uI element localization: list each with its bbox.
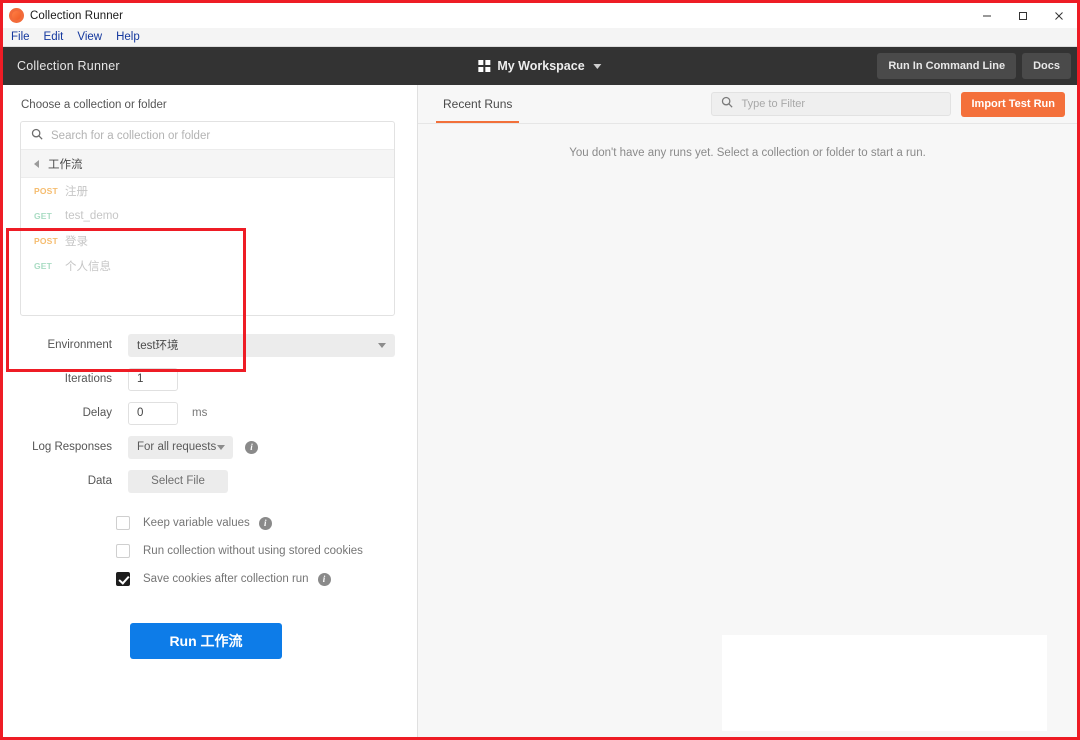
delay-unit-label: ms	[192, 407, 207, 419]
filter-search-box[interactable]	[711, 92, 951, 116]
list-item[interactable]: GET test_demo	[21, 203, 394, 228]
info-icon[interactable]: i	[259, 517, 272, 530]
watermark-backdrop	[722, 635, 1047, 731]
environment-value: test环境	[137, 337, 179, 353]
info-icon[interactable]: i	[245, 441, 258, 454]
run-without-stored-cookies-label: Run collection without using stored cook…	[143, 545, 363, 557]
request-method: POST	[34, 186, 56, 196]
delay-row: Delay ms	[21, 401, 395, 425]
grid-icon	[478, 60, 490, 72]
list-item[interactable]: POST 登录	[21, 228, 394, 253]
watermark-text: CSDN @百度测试开发	[907, 734, 1065, 740]
keep-variable-values-checkbox[interactable]	[116, 516, 130, 530]
docs-button[interactable]: Docs	[1022, 53, 1071, 79]
save-cookies-checkbox[interactable]	[116, 572, 130, 586]
search-icon	[721, 95, 733, 113]
data-row: Data Select File	[21, 469, 395, 493]
collection-folder-row[interactable]: 工作流	[21, 150, 394, 178]
no-stored-cookies-row: Run collection without using stored cook…	[21, 544, 395, 558]
import-test-run-button[interactable]: Import Test Run	[961, 92, 1065, 117]
header-actions: Run In Command Line Docs	[877, 53, 1071, 79]
window-title: Collection Runner	[30, 10, 123, 22]
choose-collection-label: Choose a collection or folder	[20, 99, 395, 111]
log-responses-label: Log Responses	[21, 441, 128, 453]
info-icon[interactable]: i	[318, 573, 331, 586]
save-cookies-row: Save cookies after collection run i	[21, 572, 395, 586]
workspace-label: My Workspace	[497, 59, 584, 73]
request-name: test_demo	[65, 210, 119, 222]
select-file-button[interactable]: Select File	[128, 470, 228, 493]
request-name: 个人信息	[65, 258, 111, 274]
collection-runner-window: Collection Runner File Edit View Help Co…	[0, 0, 1080, 740]
app-header: Collection Runner My Workspace Run In Co…	[3, 47, 1077, 85]
iterations-row: Iterations	[21, 367, 395, 391]
filter-input[interactable]	[741, 98, 941, 110]
collection-search-row	[21, 122, 394, 150]
menu-item-file[interactable]: File	[11, 31, 30, 43]
list-item[interactable]: GET 个人信息	[21, 253, 394, 278]
chevron-down-icon	[217, 445, 225, 450]
run-in-command-line-button[interactable]: Run In Command Line	[877, 53, 1016, 79]
run-collection-button[interactable]: Run 工作流	[130, 623, 282, 659]
minimize-icon[interactable]	[969, 3, 1005, 28]
delay-label: Delay	[21, 407, 128, 419]
request-method: GET	[34, 261, 56, 271]
environment-select[interactable]: test环境	[128, 334, 395, 357]
keep-variable-values-row: Keep variable values i	[21, 516, 395, 530]
title-bar: Collection Runner	[3, 3, 1077, 28]
request-name: 登录	[65, 233, 88, 249]
log-responses-row: Log Responses For all requests i	[21, 435, 395, 459]
close-icon[interactable]	[1041, 3, 1077, 28]
collection-chooser: 工作流 POST 注册 GET test_demo POST 登录	[20, 121, 395, 316]
menu-item-help[interactable]: Help	[116, 31, 140, 43]
triangle-left-icon[interactable]	[34, 160, 39, 168]
postman-logo-icon	[9, 8, 24, 23]
request-method: GET	[34, 211, 56, 221]
toolbar-divider	[418, 123, 1077, 124]
app-header-title: Collection Runner	[17, 59, 120, 73]
environment-row: Environment test环境	[21, 333, 395, 357]
tab-recent-runs-label: Recent Runs	[443, 97, 512, 111]
run-without-stored-cookies-checkbox[interactable]	[116, 544, 130, 558]
delay-input[interactable]	[128, 402, 178, 425]
menu-item-view[interactable]: View	[77, 31, 102, 43]
left-panel: Choose a collection or folder 工作流 POST	[3, 85, 418, 740]
window-controls	[969, 3, 1077, 28]
chevron-down-icon	[378, 343, 386, 348]
collection-tree: 工作流 POST 注册 GET test_demo POST 登录	[21, 150, 394, 315]
workspace-selector[interactable]: My Workspace	[478, 59, 601, 73]
collection-search-input[interactable]	[51, 130, 384, 142]
environment-label: Environment	[21, 339, 128, 351]
maximize-icon[interactable]	[1005, 3, 1041, 28]
request-name: 注册	[65, 183, 88, 199]
search-icon	[31, 127, 43, 145]
run-settings-form: Environment test环境 Iterations Delay ms	[20, 333, 395, 659]
menu-item-edit[interactable]: Edit	[44, 31, 64, 43]
log-responses-value: For all requests	[137, 441, 216, 453]
log-responses-select[interactable]: For all requests	[128, 436, 233, 459]
right-panel: Recent Runs Import Test Run You don't ha…	[418, 85, 1077, 740]
recent-runs-toolbar: Recent Runs Import Test Run	[418, 85, 1077, 123]
list-item[interactable]: POST 注册	[21, 178, 394, 203]
iterations-input[interactable]	[128, 368, 178, 391]
menu-bar: File Edit View Help	[3, 28, 1077, 47]
body: Choose a collection or folder 工作流 POST	[3, 85, 1077, 740]
empty-state-message: You don't have any runs yet. Select a co…	[418, 147, 1077, 159]
save-cookies-label: Save cookies after collection run	[143, 573, 309, 585]
tab-recent-runs[interactable]: Recent Runs	[440, 85, 515, 123]
request-method: POST	[34, 236, 56, 246]
iterations-label: Iterations	[21, 373, 128, 385]
data-label: Data	[21, 475, 128, 487]
chevron-down-icon	[594, 64, 602, 69]
keep-variable-values-label: Keep variable values	[143, 517, 250, 529]
collection-folder-name: 工作流	[48, 156, 83, 172]
